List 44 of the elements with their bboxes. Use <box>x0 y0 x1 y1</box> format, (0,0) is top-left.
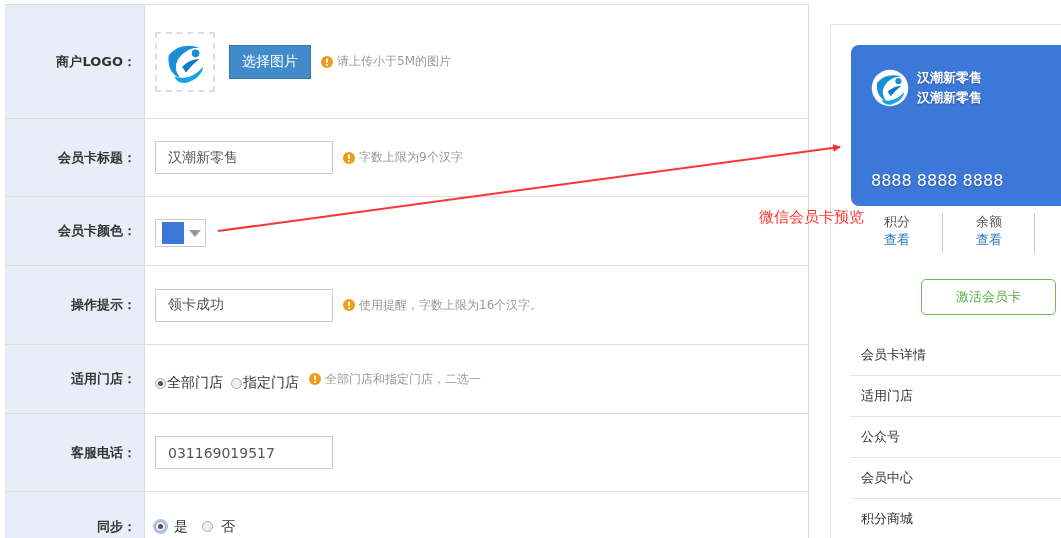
field-label: 适用门店： <box>71 370 136 388</box>
text-field[interactable]: 031169019517 <box>155 436 333 469</box>
logo-upload-box[interactable] <box>155 31 215 92</box>
logo-icon <box>871 69 909 107</box>
radio-label[interactable]: 指定门店 <box>243 374 299 392</box>
warning-icon <box>343 151 355 164</box>
menu-item[interactable]: 会员中心 <box>851 458 1061 499</box>
choose-image-button[interactable]: 选择图片 <box>229 44 311 79</box>
annotation-text: 微信会员卡预览 <box>759 208 864 227</box>
hint-text: 全部门店和指定门店，二选一 <box>325 370 481 388</box>
hint-text: 字数上限为9个汉字 <box>359 149 463 166</box>
field-label: 会员卡标题： <box>58 148 136 167</box>
field-label: 操作提示： <box>71 296 136 314</box>
field-label: 同步： <box>97 517 136 536</box>
view-link[interactable]: 查看 <box>883 231 910 249</box>
warning-icon <box>309 373 321 385</box>
menu-item[interactable]: 积分商城 <box>851 499 1061 538</box>
field-label: 商户LOGO： <box>56 52 136 71</box>
menu-item[interactable]: 适用门店 <box>851 376 1061 417</box>
field-label: 客服电话： <box>71 443 136 462</box>
hint-text: 使用提醒，字数上限为16个汉字。 <box>359 296 543 314</box>
warning-icon <box>343 299 355 311</box>
stat-label: 积分 <box>883 213 910 231</box>
card-title: 汉潮新零售 <box>917 89 982 107</box>
field-label: 会员卡颜色： <box>58 222 136 240</box>
text-field[interactable]: 汉潮新零售 <box>155 141 333 174</box>
radio-label[interactable]: 是 <box>174 517 188 536</box>
hint-text: 请上传小于5M的图片 <box>337 53 451 70</box>
warning-icon <box>321 55 333 68</box>
view-link[interactable]: 查看 <box>975 231 1002 249</box>
radio-button[interactable] <box>202 521 213 532</box>
text-field[interactable]: 领卡成功 <box>155 288 333 322</box>
menu-item[interactable]: 公众号 <box>851 417 1061 458</box>
radio-label[interactable]: 全部门店 <box>167 374 223 392</box>
card-title: 汉潮新零售 <box>917 69 982 87</box>
caret-icon <box>189 229 201 237</box>
radio-button[interactable] <box>231 377 242 389</box>
card-number: 8888 8888 8888 <box>871 171 1005 190</box>
radio-label[interactable]: 否 <box>221 517 235 536</box>
stat-label: 余额 <box>975 213 1002 231</box>
radio-button[interactable] <box>155 377 166 389</box>
menu-item[interactable]: 会员卡详情 <box>851 335 1061 376</box>
color-picker[interactable] <box>155 219 206 247</box>
radio-button[interactable] <box>155 521 166 532</box>
